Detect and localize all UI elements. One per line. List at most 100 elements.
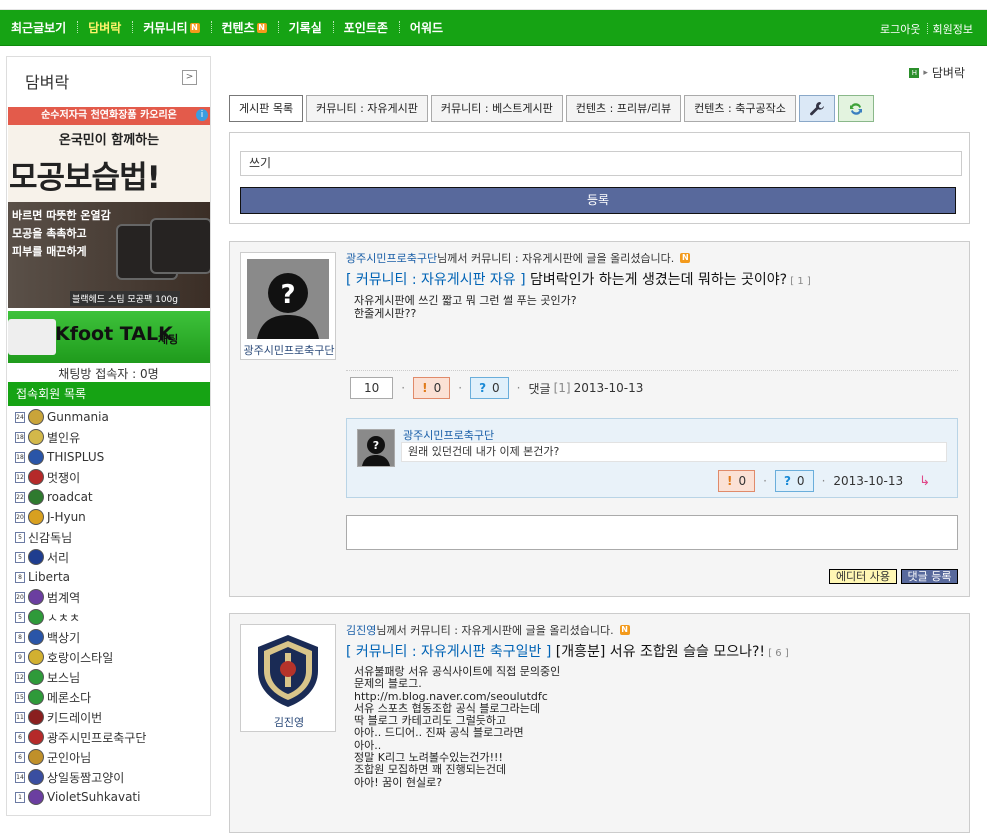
author-link[interactable]: 김진영 — [346, 622, 376, 638]
write-input[interactable]: 쓰기 — [240, 151, 962, 176]
home-icon[interactable]: H — [909, 67, 920, 78]
member-item[interactable]: 20 J-Hyun — [15, 507, 210, 527]
comment-author[interactable]: 광주시민프로축구단 — [403, 427, 494, 443]
member-item[interactable]: 5 서리 — [15, 547, 210, 567]
separator: · — [401, 381, 406, 395]
club-crest-icon — [28, 489, 44, 505]
new-badge: N — [189, 22, 200, 33]
nav-points[interactable]: 포인트존 — [332, 19, 399, 36]
sidebar-title: 담벼락 — [25, 73, 70, 92]
member-item[interactable]: 14 상일동짬고양이 — [15, 767, 210, 787]
ad-info-icon[interactable]: i — [196, 109, 208, 121]
member-item[interactable]: 22 roadcat — [15, 487, 210, 507]
reply-arrow-icon[interactable]: ↳ — [919, 474, 930, 489]
post-meta: 광주시민프로축구단 님께서 커뮤니티 : 자유게시판에 글을 올리셨습니다. N — [346, 250, 691, 266]
club-crest-icon — [28, 429, 44, 445]
author-avatar-card[interactable]: ? 광주시민프로축구단 — [240, 252, 336, 360]
member-item[interactable]: 12 멋쟁이 — [15, 467, 210, 487]
member-item[interactable]: 8 백상기 — [15, 627, 210, 647]
member-item[interactable]: 20 범계역 — [15, 587, 210, 607]
separator: · — [516, 381, 521, 395]
tab-football-workshop[interactable]: 컨텐츠 : 축구공작소 — [684, 95, 796, 122]
member-item[interactable]: 24 Gunmania — [15, 407, 210, 427]
member-item[interactable]: 9 호랑이스타일 — [15, 647, 210, 667]
cosmetics-ad-banner[interactable]: 순수저자극 천연화장품 카오리온 i 온국민이 함께하는 모공보습법! 바르면 … — [8, 107, 210, 308]
nav-points-label: 포인트존 — [343, 21, 388, 35]
question-button[interactable]: ? 0 — [470, 377, 509, 399]
anonymous-avatar-icon[interactable]: ? — [357, 429, 395, 467]
nav-award[interactable]: 어워드 — [398, 19, 454, 36]
editor-button[interactable]: 에디터 사용 — [829, 569, 897, 584]
nav-wall[interactable]: 담벼락 — [77, 19, 132, 36]
board-label: [ 커뮤니티 : 자유게시판 — [346, 644, 486, 660]
club-crest-icon — [28, 709, 44, 725]
member-item[interactable]: 18 별인유 — [15, 427, 210, 447]
question-button[interactable]: ? 0 — [774, 470, 814, 492]
warn-button[interactable]: ! 0 — [413, 377, 451, 399]
avatar-name: 광주시민프로축구단 — [243, 344, 335, 357]
member-item[interactable]: 15 메론소다 — [15, 687, 210, 707]
level-icon: 8 — [15, 631, 25, 643]
post-meta: 김진영 님께서 커뮤니티 : 자유게시판에 글을 올리셨습니다. N — [346, 622, 630, 638]
member-name: THISPLUS — [47, 450, 105, 464]
reply-textarea[interactable] — [346, 515, 958, 550]
tab-preview-review[interactable]: 컨텐츠 : 프리뷰/리뷰 — [565, 95, 682, 122]
breadcrumb: H ▸ 담벼락 — [909, 64, 965, 81]
logout-link[interactable]: 로그아웃 — [874, 21, 926, 37]
club-crest-icon — [28, 469, 44, 485]
level-icon: 24 — [15, 411, 25, 423]
comment-submit-button[interactable]: 댓글 등록 — [901, 569, 958, 584]
level-icon: 14 — [15, 771, 25, 783]
level-icon: 18 — [15, 431, 25, 443]
member-item[interactable]: 12 보스님 — [15, 667, 210, 687]
member-name: 범계역 — [47, 590, 81, 605]
comment-date: 2013-10-13 — [833, 474, 904, 488]
member-item[interactable]: 6 광주시민프로축구단 — [15, 727, 210, 747]
level-icon: 18 — [15, 451, 25, 463]
club-crest-icon — [28, 409, 44, 425]
nav-award-label: 어워드 — [409, 21, 444, 35]
author-avatar-card[interactable]: 김진영 — [240, 624, 336, 732]
nav-records-label: 기록실 — [288, 21, 322, 35]
nav-recent[interactable]: 최근글보기 — [0, 19, 77, 36]
warn-button[interactable]: ! 0 — [718, 470, 756, 492]
category-label: 축구일반 ] — [485, 644, 552, 660]
anonymous-avatar-icon: ? — [247, 259, 329, 339]
divider — [346, 370, 958, 371]
new-badge: N — [680, 253, 691, 263]
nav-records[interactable]: 기록실 — [277, 19, 333, 36]
member-item[interactable]: 18 THISPLUS — [15, 447, 210, 467]
refresh-icon[interactable] — [837, 95, 874, 122]
level-icon: 11 — [15, 711, 25, 723]
wrench-icon[interactable] — [798, 95, 835, 122]
tab-free-board[interactable]: 커뮤니티 : 자유게시판 — [306, 95, 428, 122]
comments-num: [1] — [553, 381, 571, 395]
member-item[interactable]: 8 Liberta — [15, 567, 210, 587]
level-icon: 5 — [15, 531, 25, 543]
write-panel: 쓰기 등록 — [229, 132, 970, 224]
kfoot-talk-banner[interactable]: Kfoot TALK 채팅 — [8, 311, 210, 363]
chat-count: 채팅방 접속자 : 0명 — [58, 367, 159, 381]
submit-button[interactable]: 등록 — [240, 187, 956, 214]
comments-label: 댓글 — [528, 381, 551, 396]
ad-product-panel: 바르면 따뜻한 온열감 모공을 촉촉하고 피부를 매끈하게 블랙헤드 스팀 모공… — [8, 202, 210, 308]
avatar-name: 김진영 — [273, 716, 305, 729]
author-link[interactable]: 광주시민프로축구단 — [346, 250, 437, 266]
post-title[interactable]: [ 커뮤니티 : 자유게시판 자유 ] 담벼락인가 하는게 생겼는데 뭐하는 곳… — [346, 269, 811, 289]
member-item[interactable]: 5 ㅅㅊㅊ — [15, 607, 210, 627]
club-crest-icon — [28, 649, 44, 665]
member-item[interactable]: 6 군인아님 — [15, 747, 210, 767]
member-info-link[interactable]: 회원정보 — [926, 21, 979, 37]
member-item[interactable]: 11 키드레이번 — [15, 707, 210, 727]
tab-best-board[interactable]: 커뮤니티 : 베스트게시판 — [430, 95, 563, 122]
member-item[interactable]: 1 VioletSuhkavati — [15, 787, 210, 807]
sidebar-toggle-button[interactable]: > — [182, 70, 197, 85]
member-item[interactable]: 5 신감독님 — [15, 527, 210, 547]
club-crest-icon — [28, 669, 44, 685]
post-title[interactable]: [ 커뮤니티 : 자유게시판 축구일반 ] [개흥분] 서유 조합원 슬슬 모으… — [346, 641, 789, 661]
warning-icon: ! — [422, 381, 428, 395]
breadcrumb-separator-icon: ▸ — [923, 67, 928, 78]
nav-community[interactable]: 커뮤니티 N — [132, 19, 210, 36]
tab-board-list[interactable]: 게시판 목록 — [229, 95, 304, 122]
nav-contents[interactable]: 컨텐츠 N — [210, 19, 278, 36]
